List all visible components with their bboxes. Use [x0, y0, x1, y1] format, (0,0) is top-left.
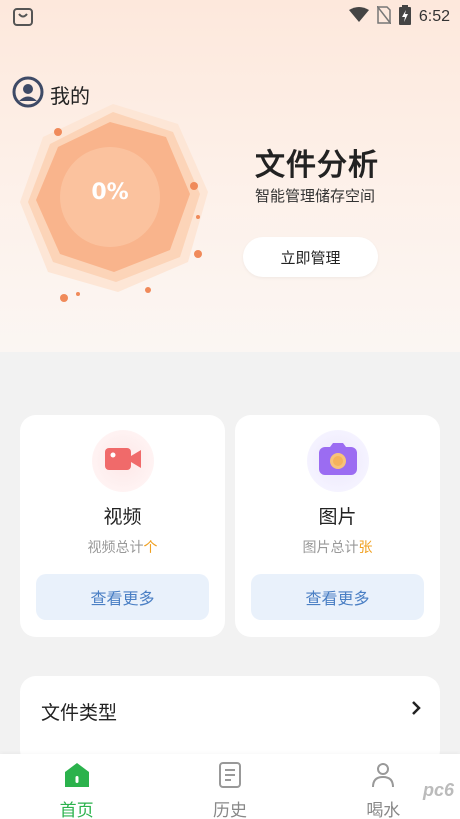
- file-types-label: 文件类型: [41, 702, 118, 724]
- status-bar: 6:52: [0, 0, 460, 34]
- tab-water-label: 喝水: [366, 801, 401, 819]
- bottom-tab-bar: 首页 历史 喝水: [0, 754, 460, 819]
- photo-count-prefix: 图片总计: [302, 540, 359, 556]
- person-icon: [370, 762, 396, 792]
- analysis-subtitle: 智能管理储存空间: [255, 187, 376, 205]
- video-count: 视频总计个: [20, 537, 225, 557]
- video-card-title: 视频: [103, 506, 142, 528]
- tab-home-label: 首页: [59, 801, 94, 819]
- video-view-more-button[interactable]: 查看更多: [36, 574, 209, 620]
- camera-icon: [319, 443, 357, 479]
- video-card: 视频 视频总计个 查看更多: [20, 415, 225, 637]
- tab-home[interactable]: 首页: [0, 754, 153, 819]
- storage-percent: 0%: [91, 180, 129, 205]
- no-sim-icon: [376, 5, 392, 28]
- video-icon-wrap: [92, 430, 154, 492]
- photo-card-title: 图片: [318, 506, 357, 528]
- video-count-prefix: 视频总计: [87, 540, 144, 556]
- photo-card: 图片 图片总计张 查看更多: [235, 415, 440, 637]
- home-icon: [64, 762, 90, 792]
- video-count-unit: 个: [143, 540, 158, 556]
- photo-count: 图片总计张: [235, 537, 440, 557]
- video-camera-icon: [105, 446, 141, 476]
- photo-icon-wrap: [307, 430, 369, 492]
- tab-history-label: 历史: [212, 801, 247, 819]
- chevron-right-icon: [410, 700, 422, 716]
- photo-count-unit: 张: [358, 540, 373, 556]
- manage-now-button[interactable]: 立即管理: [243, 237, 378, 277]
- wifi-icon: [348, 7, 369, 27]
- photo-view-more-button[interactable]: 查看更多: [251, 574, 424, 620]
- tab-history[interactable]: 历史: [153, 754, 306, 819]
- battery-icon: [398, 5, 411, 29]
- analysis-title: 文件分析: [255, 148, 379, 183]
- shopping-bag-icon: [12, 6, 34, 28]
- status-time: 6:52: [418, 8, 450, 25]
- file-types-row[interactable]: 文件类型: [20, 676, 440, 766]
- history-icon: [218, 762, 242, 792]
- watermark-logo: pc6: [422, 780, 454, 800]
